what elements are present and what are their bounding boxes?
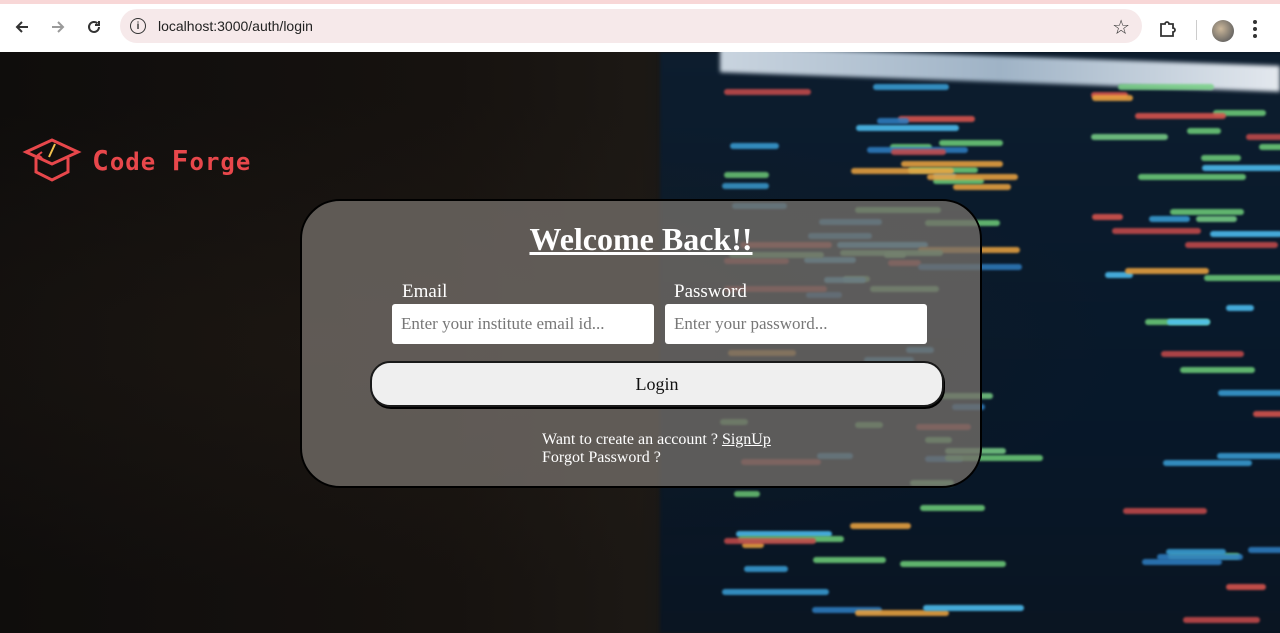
star-icon[interactable]: ☆ [1112, 15, 1130, 40]
login-button[interactable]: Login [370, 361, 944, 407]
login-page: Code Forge Welcome Back!! Email Password… [0, 52, 1280, 633]
signup-row: Want to create an account ? SignUp [542, 431, 771, 449]
toolbar-divider [1196, 20, 1197, 40]
url-text[interactable]: localhost:3000/auth/login [158, 18, 313, 34]
login-footer: Want to create an account ? SignUp Forgo… [542, 431, 771, 467]
info-icon[interactable]: i [130, 18, 146, 34]
signup-prompt: Want to create an account ? [542, 431, 722, 448]
signup-link[interactable]: SignUp [722, 431, 771, 448]
forgot-password-link[interactable]: Forgot Password ? [542, 449, 771, 467]
kebab-menu-icon[interactable] [1252, 18, 1266, 42]
address-bar[interactable]: i localhost:3000/auth/login ☆ [120, 9, 1142, 43]
reload-icon[interactable] [76, 9, 112, 45]
logo-text: Code Forge [92, 143, 252, 177]
forward-icon[interactable] [40, 9, 76, 45]
puzzle-icon[interactable] [1156, 17, 1182, 43]
email-label: Email [402, 281, 448, 302]
login-title: Welcome Back!! [529, 221, 753, 257]
email-input[interactable] [392, 304, 654, 344]
codeforge-logo[interactable]: Code Forge [22, 138, 251, 182]
password-input[interactable] [665, 304, 927, 344]
password-label: Password [674, 281, 747, 302]
back-icon[interactable] [4, 9, 40, 45]
graduation-cap-code-icon [22, 138, 82, 182]
browser-toolbar: i localhost:3000/auth/login ☆ [0, 0, 1280, 52]
profile-avatar[interactable] [1212, 20, 1234, 42]
login-card: Welcome Back!! Email Password Login Want… [300, 199, 982, 488]
